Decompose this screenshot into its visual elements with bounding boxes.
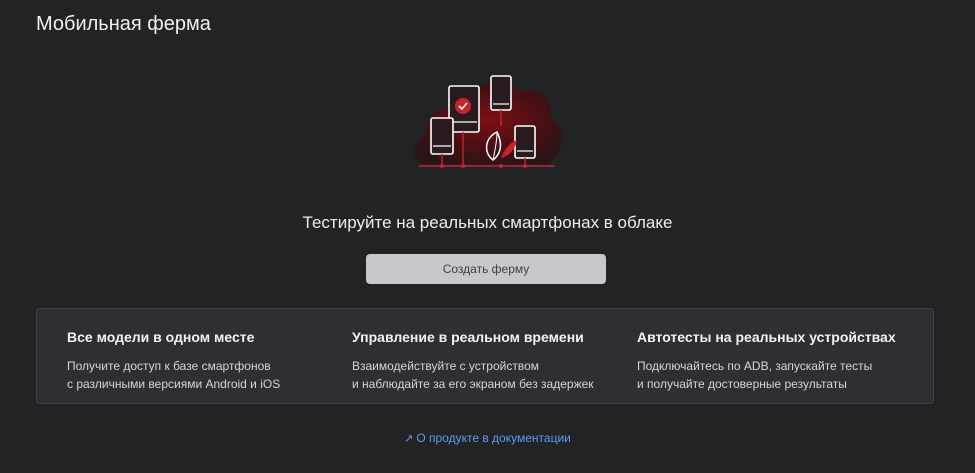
- docs-link-label: О продукте в документации: [416, 431, 571, 445]
- cloud-devices-illustration-icon: [414, 75, 562, 168]
- phone-top-shape: [490, 75, 512, 111]
- feature-line: и получайте достоверные результаты: [637, 377, 847, 391]
- feature-all-models: Все модели в одном месте Получите доступ…: [67, 329, 337, 393]
- feature-description: Получите доступ к базе смартфонов с разл…: [67, 357, 337, 393]
- feature-title: Все модели в одном месте: [67, 329, 255, 345]
- page-title: Мобильная ферма: [36, 13, 211, 35]
- docs-link[interactable]: ↗ О продукте в документации: [0, 431, 975, 445]
- feature-realtime-control: Управление в реальном времени Взаимодейс…: [352, 329, 622, 393]
- create-farm-button[interactable]: Создать ферму: [366, 254, 606, 284]
- feature-line: и наблюдайте за его экраном без задержек: [352, 377, 594, 391]
- phone-left-shape: [430, 117, 454, 155]
- feature-line: Взаимодействуйте с устройством: [352, 359, 540, 373]
- check-circle-icon: [455, 98, 471, 114]
- feature-description: Взаимодействуйте с устройством и наблюда…: [352, 357, 622, 393]
- feature-title: Управление в реальном времени: [352, 329, 584, 345]
- phone-right-shape: [514, 125, 536, 159]
- hero-tagline: Тестируйте на реальных смартфонах в обла…: [302, 213, 673, 232]
- feature-description: Подключайтесь по ADB, запускайте тесты и…: [637, 357, 907, 393]
- feature-line: Получите доступ к базе смартфонов: [67, 359, 271, 373]
- hero-illustration: [405, 66, 565, 176]
- features-panel: Все модели в одном месте Получите доступ…: [36, 308, 934, 404]
- external-arrow-icon: ↗: [404, 433, 414, 445]
- feature-autotests: Автотесты на реальных устройствах Подклю…: [637, 329, 907, 393]
- feature-title: Автотесты на реальных устройствах: [637, 329, 896, 345]
- feature-line: Подключайтесь по ADB, запускайте тесты: [637, 359, 873, 373]
- feature-line: с различными версиями Android и iOS: [67, 377, 281, 391]
